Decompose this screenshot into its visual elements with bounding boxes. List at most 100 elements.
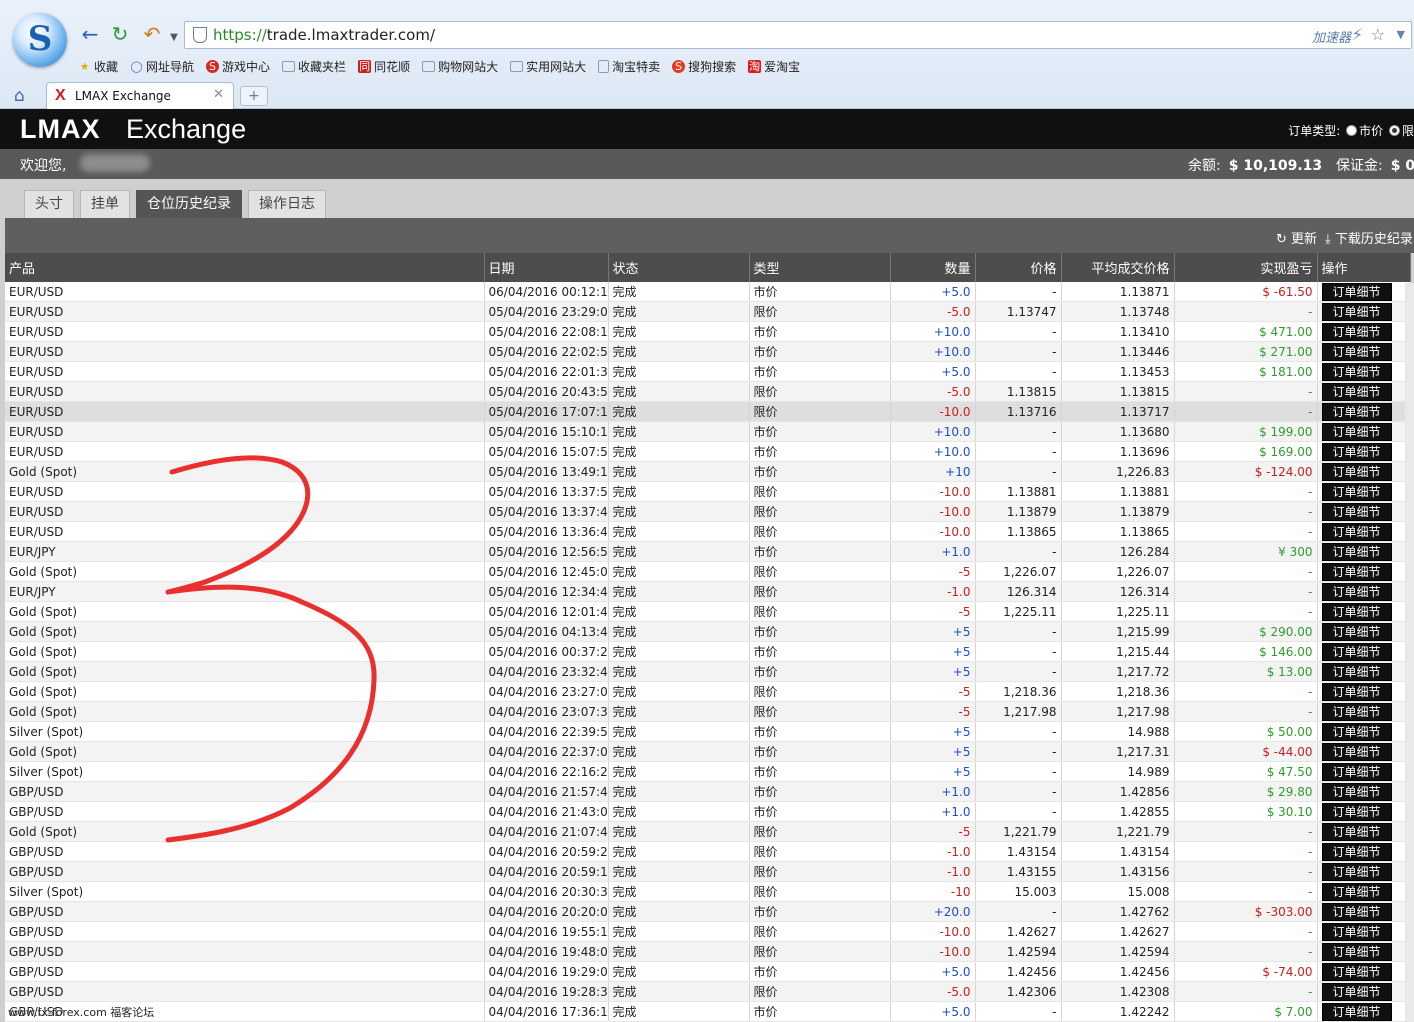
- bookmark-aitaobao[interactable]: 淘爱淘宝: [748, 56, 800, 76]
- table-row[interactable]: Gold (Spot) 04/04/2016 23:07:38 完成 限价 -5 1,21…: [5, 701, 1411, 722]
- order-detail-button[interactable]: 订单细节: [1321, 323, 1392, 341]
- table-row[interactable]: GBP/USD 04/04/2016 17:36:13 完成 市价 +5.0-1.422…: [5, 1001, 1411, 1022]
- table-row[interactable]: GBP/USD 04/04/2016 19:29:09 完成 市价 +5.0 1.4245…: [5, 961, 1411, 982]
- order-detail-button[interactable]: 订单细节: [1321, 423, 1392, 441]
- order-detail-button[interactable]: 订单细节: [1321, 523, 1392, 541]
- undo-icon[interactable]: ↶: [140, 22, 164, 46]
- close-icon[interactable]: ✕: [213, 87, 224, 102]
- address-url[interactable]: https://trade.lmaxtrader.com/: [213, 26, 435, 44]
- order-detail-button[interactable]: 订单细节: [1321, 963, 1392, 981]
- tab-position-history[interactable]: 仓位历史纪录: [136, 190, 242, 218]
- table-row[interactable]: EUR/USD 05/04/2016 13:36:41 完成 限价 -10.0 1.138…: [5, 521, 1411, 542]
- order-detail-button[interactable]: 订单细节: [1321, 483, 1392, 501]
- order-detail-button[interactable]: 订单细节: [1321, 463, 1392, 481]
- order-detail-button[interactable]: 订单细节: [1321, 843, 1392, 861]
- back-arrow-icon[interactable]: ←: [78, 22, 102, 46]
- table-row[interactable]: EUR/USD 05/04/2016 22:02:54 完成 市价 +10.0-1.13…: [5, 341, 1411, 362]
- undo-dropdown-icon[interactable]: ▼: [162, 26, 186, 50]
- order-detail-button[interactable]: 订单细节: [1321, 923, 1392, 941]
- vertical-scrollbar[interactable]: [1405, 283, 1414, 1022]
- bookmark-utility[interactable]: 实用网站大: [510, 56, 586, 76]
- table-row[interactable]: GBP/USD 04/04/2016 19:48:07 完成 限价 -10.0 1.425…: [5, 941, 1411, 962]
- table-row[interactable]: GBP/USD 04/04/2016 19:28:36 完成 限价 -5.0 1.4230…: [5, 981, 1411, 1002]
- order-detail-button[interactable]: 订单细节: [1321, 703, 1392, 721]
- order-detail-button[interactable]: 订单细节: [1321, 383, 1392, 401]
- col-status[interactable]: 状态: [608, 253, 750, 282]
- table-row[interactable]: EUR/USD 06/04/2016 00:12:11 完成 市价 +5.0-1.138…: [5, 282, 1411, 302]
- order-detail-button[interactable]: 订单细节: [1321, 543, 1392, 561]
- table-row[interactable]: Gold (Spot) 05/04/2016 00:37:28 完成 市价 +5-1,2…: [5, 641, 1411, 662]
- order-detail-button[interactable]: 订单细节: [1321, 643, 1392, 661]
- browser-logo-icon[interactable]: S: [13, 13, 67, 67]
- order-detail-button[interactable]: 订单细节: [1321, 983, 1392, 1001]
- order-detail-button[interactable]: 订单细节: [1321, 863, 1392, 881]
- lightning-icon[interactable]: ⚡: [1352, 25, 1363, 44]
- table-row[interactable]: EUR/USD 05/04/2016 20:43:57 完成 限价 -5.0 1.1381…: [5, 381, 1411, 402]
- bookmark-games[interactable]: S 游戏中心: [206, 56, 270, 76]
- table-row[interactable]: EUR/USD 05/04/2016 13:37:47 完成 限价 -10.0 1.138…: [5, 501, 1411, 522]
- order-detail-button[interactable]: 订单细节: [1321, 803, 1392, 821]
- star-icon[interactable]: ☆: [1371, 25, 1385, 44]
- order-detail-button[interactable]: 订单细节: [1321, 943, 1392, 961]
- order-type-limit-radio[interactable]: [1388, 125, 1400, 136]
- order-detail-button[interactable]: 订单细节: [1321, 603, 1392, 621]
- order-detail-button[interactable]: 订单细节: [1321, 403, 1392, 421]
- order-detail-button[interactable]: 订单细节: [1321, 563, 1392, 581]
- address-bar[interactable]: https://trade.lmaxtrader.com/ 加速器 ⚡ ☆ ▼: [184, 21, 1412, 49]
- order-detail-button[interactable]: 订单细节: [1321, 583, 1392, 601]
- home-icon[interactable]: ⌂: [14, 86, 25, 106]
- table-row[interactable]: GBP/USD 04/04/2016 20:59:25 完成 限价 -1.0 1.4315…: [5, 841, 1411, 862]
- order-detail-button[interactable]: 订单细节: [1321, 1003, 1392, 1021]
- order-detail-button[interactable]: 订单细节: [1321, 783, 1392, 801]
- table-row[interactable]: GBP/USD 04/04/2016 19:55:18 完成 限价 -10.0 1.426…: [5, 921, 1411, 942]
- browser-tab-lmax[interactable]: X LMAX Exchange ✕: [46, 82, 234, 109]
- table-row[interactable]: Gold (Spot) 04/04/2016 21:07:48 完成 限价 -5 1,22…: [5, 821, 1411, 842]
- order-detail-button[interactable]: 订单细节: [1321, 823, 1392, 841]
- table-row[interactable]: EUR/USD 05/04/2016 15:10:19 完成 市价 +10.0-1.13…: [5, 421, 1411, 442]
- table-row[interactable]: GBP/USD 04/04/2016 21:57:42 完成 市价 +1.0-1.428…: [5, 781, 1411, 802]
- order-detail-button[interactable]: 订单细节: [1321, 363, 1392, 381]
- download-history-button[interactable]: ⤓ 下载历史纪录: [1325, 228, 1413, 247]
- bookmark-folder-bar[interactable]: 收藏夹栏: [282, 56, 346, 76]
- bookmark-nav[interactable]: ◯ 网址导航: [130, 56, 194, 76]
- col-product[interactable]: 产品: [5, 253, 485, 282]
- table-row[interactable]: EUR/JPY 05/04/2016 12:56:50 完成 市价 +1.0-126.2…: [5, 541, 1411, 562]
- bookmark-sogou[interactable]: S 搜狗搜索: [672, 56, 736, 76]
- table-row[interactable]: EUR/USD 05/04/2016 22:08:19 完成 市价 +10.0-1.13…: [5, 321, 1411, 342]
- bookmark-tonghuashun[interactable]: 同同花顺: [358, 56, 410, 76]
- tab-operation-log[interactable]: 操作日志: [248, 190, 326, 218]
- tab-positions[interactable]: 头寸: [24, 190, 74, 218]
- order-detail-button[interactable]: 订单细节: [1321, 663, 1392, 681]
- tab-pending-orders[interactable]: 挂单: [80, 190, 130, 218]
- col-quantity[interactable]: 数量: [890, 253, 976, 282]
- order-detail-button[interactable]: 订单细节: [1321, 443, 1392, 461]
- refresh-icon[interactable]: ↻: [108, 22, 132, 46]
- order-detail-button[interactable]: 订单细节: [1321, 303, 1392, 321]
- order-detail-button[interactable]: 订单细节: [1321, 903, 1392, 921]
- col-price[interactable]: 价格: [975, 253, 1062, 282]
- table-row[interactable]: GBP/USD 04/04/2016 21:43:06 完成 市价 +1.0-1.428…: [5, 801, 1411, 822]
- refresh-button[interactable]: ↻ 更新: [1276, 228, 1317, 247]
- table-row[interactable]: EUR/USD 05/04/2016 22:01:31 完成 市价 +5.0-1.134…: [5, 361, 1411, 382]
- bookmark-favorites[interactable]: ★ 收藏: [78, 56, 118, 76]
- table-row[interactable]: Gold (Spot) 04/04/2016 23:27:07 完成 限价 -5 1,21…: [5, 681, 1411, 702]
- col-type[interactable]: 类型: [749, 253, 891, 282]
- table-row[interactable]: Gold (Spot) 04/04/2016 23:32:45 完成 市价 +5-1,2…: [5, 661, 1411, 682]
- order-detail-button[interactable]: 订单细节: [1321, 623, 1392, 641]
- table-row[interactable]: Gold (Spot) 05/04/2016 04:13:48 完成 市价 +5-1,2…: [5, 621, 1411, 642]
- order-detail-button[interactable]: 订单细节: [1321, 723, 1392, 741]
- col-realized-pnl[interactable]: 实现盈亏: [1174, 253, 1318, 282]
- table-row[interactable]: GBP/USD 04/04/2016 20:20:05 完成 市价 +20.0-1.42…: [5, 901, 1411, 922]
- table-row[interactable]: EUR/USD 05/04/2016 23:29:02 完成 限价 -5.0 1.1374…: [5, 301, 1411, 322]
- col-avg-price[interactable]: 平均成交价格: [1061, 253, 1175, 282]
- address-dropdown-icon[interactable]: ▼: [1397, 28, 1405, 41]
- order-detail-button[interactable]: 订单细节: [1321, 343, 1392, 361]
- table-row[interactable]: EUR/USD 05/04/2016 15:07:59 完成 市价 +10.0-1.13…: [5, 441, 1411, 462]
- order-detail-button[interactable]: 订单细节: [1321, 743, 1392, 761]
- order-detail-button[interactable]: 订单细节: [1321, 683, 1392, 701]
- new-tab-button[interactable]: +: [240, 86, 268, 106]
- table-row[interactable]: Gold (Spot) 05/04/2016 12:45:01 完成 限价 -5 1,22…: [5, 561, 1411, 582]
- table-row[interactable]: Gold (Spot) 05/04/2016 13:49:18 完成 市价 +10-1,…: [5, 461, 1411, 482]
- col-date[interactable]: 日期: [484, 253, 609, 282]
- table-row[interactable]: GBP/USD 04/04/2016 20:59:16 完成 限价 -1.0 1.4315…: [5, 861, 1411, 882]
